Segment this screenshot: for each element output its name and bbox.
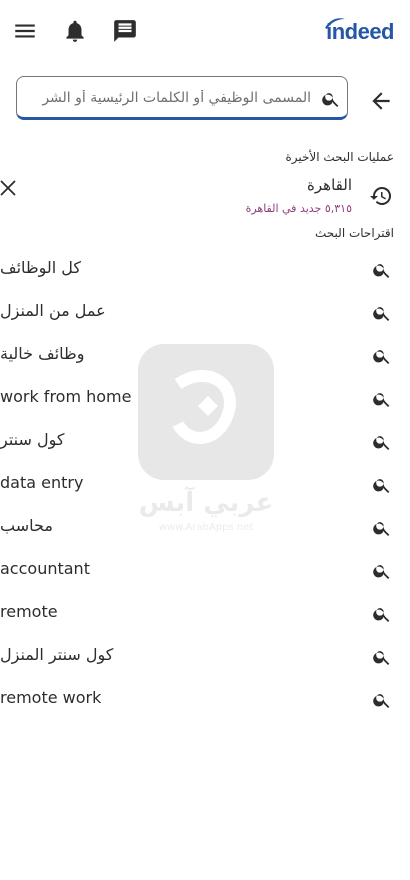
search-icon — [372, 346, 392, 366]
search-row — [0, 76, 410, 126]
search-input[interactable] — [31, 85, 311, 111]
bell-icon[interactable] — [62, 18, 88, 44]
suggestion-text: work from home — [0, 387, 132, 406]
suggestion-text: عمل من المنزل — [0, 301, 106, 320]
logo-swoosh-icon — [325, 18, 346, 29]
recent-searches-label: عمليات البحث الأخيرة — [285, 150, 394, 164]
suggestion-text: كول سنتر المنزل — [0, 645, 114, 664]
suggestion-item[interactable]: عمل من المنزل — [0, 293, 410, 333]
suggestion-text: كل الوظائف — [0, 258, 82, 277]
search-icon — [372, 518, 392, 538]
search-icon — [372, 303, 392, 323]
suggestion-text: كول سنتر — [0, 430, 65, 449]
top-bar: indeed — [0, 0, 410, 64]
search-icon — [372, 604, 392, 624]
suggestion-text: data entry — [0, 473, 84, 492]
recent-search-item[interactable]: القاهرة ٥,٣١٥ جديد في القاهرة — [0, 172, 410, 222]
suggestion-text: remote — [0, 602, 58, 621]
search-suggestions-label: اقتراحات البحث — [315, 226, 394, 240]
watermark-logo — [138, 344, 274, 480]
suggestion-text: remote work — [0, 688, 102, 707]
search-icon — [372, 260, 392, 280]
message-icon[interactable] — [112, 18, 138, 44]
search-icon — [372, 389, 392, 409]
search-icon — [321, 89, 341, 109]
close-icon[interactable] — [0, 180, 16, 196]
search-box[interactable] — [16, 76, 348, 120]
recent-search-new-count: ٥,٣١٥ جديد في القاهرة — [245, 202, 352, 215]
suggestion-text: محاسب — [0, 516, 53, 535]
suggestion-item[interactable]: remote — [0, 594, 410, 634]
suggestion-text: وظائف خالية — [0, 344, 85, 363]
search-icon — [372, 561, 392, 581]
suggestion-item[interactable]: accountant — [0, 551, 410, 591]
hamburger-menu-icon[interactable] — [12, 18, 38, 44]
suggestion-item[interactable]: كل الوظائف — [0, 250, 410, 290]
search-icon — [372, 647, 392, 667]
watermark-url: www.ArabApps.net — [158, 522, 254, 533]
history-icon — [369, 184, 393, 208]
search-icon — [372, 432, 392, 452]
search-icon — [372, 475, 392, 495]
watermark-text: عربي آبس — [138, 488, 274, 518]
back-arrow-icon[interactable] — [368, 88, 394, 114]
indeed-logo[interactable]: indeed — [325, 18, 394, 48]
suggestion-text: accountant — [0, 559, 90, 578]
search-icon — [372, 690, 392, 710]
recent-search-title: القاهرة — [307, 176, 352, 194]
suggestion-item[interactable]: كول سنتر المنزل — [0, 637, 410, 677]
suggestion-item[interactable]: remote work — [0, 680, 410, 720]
